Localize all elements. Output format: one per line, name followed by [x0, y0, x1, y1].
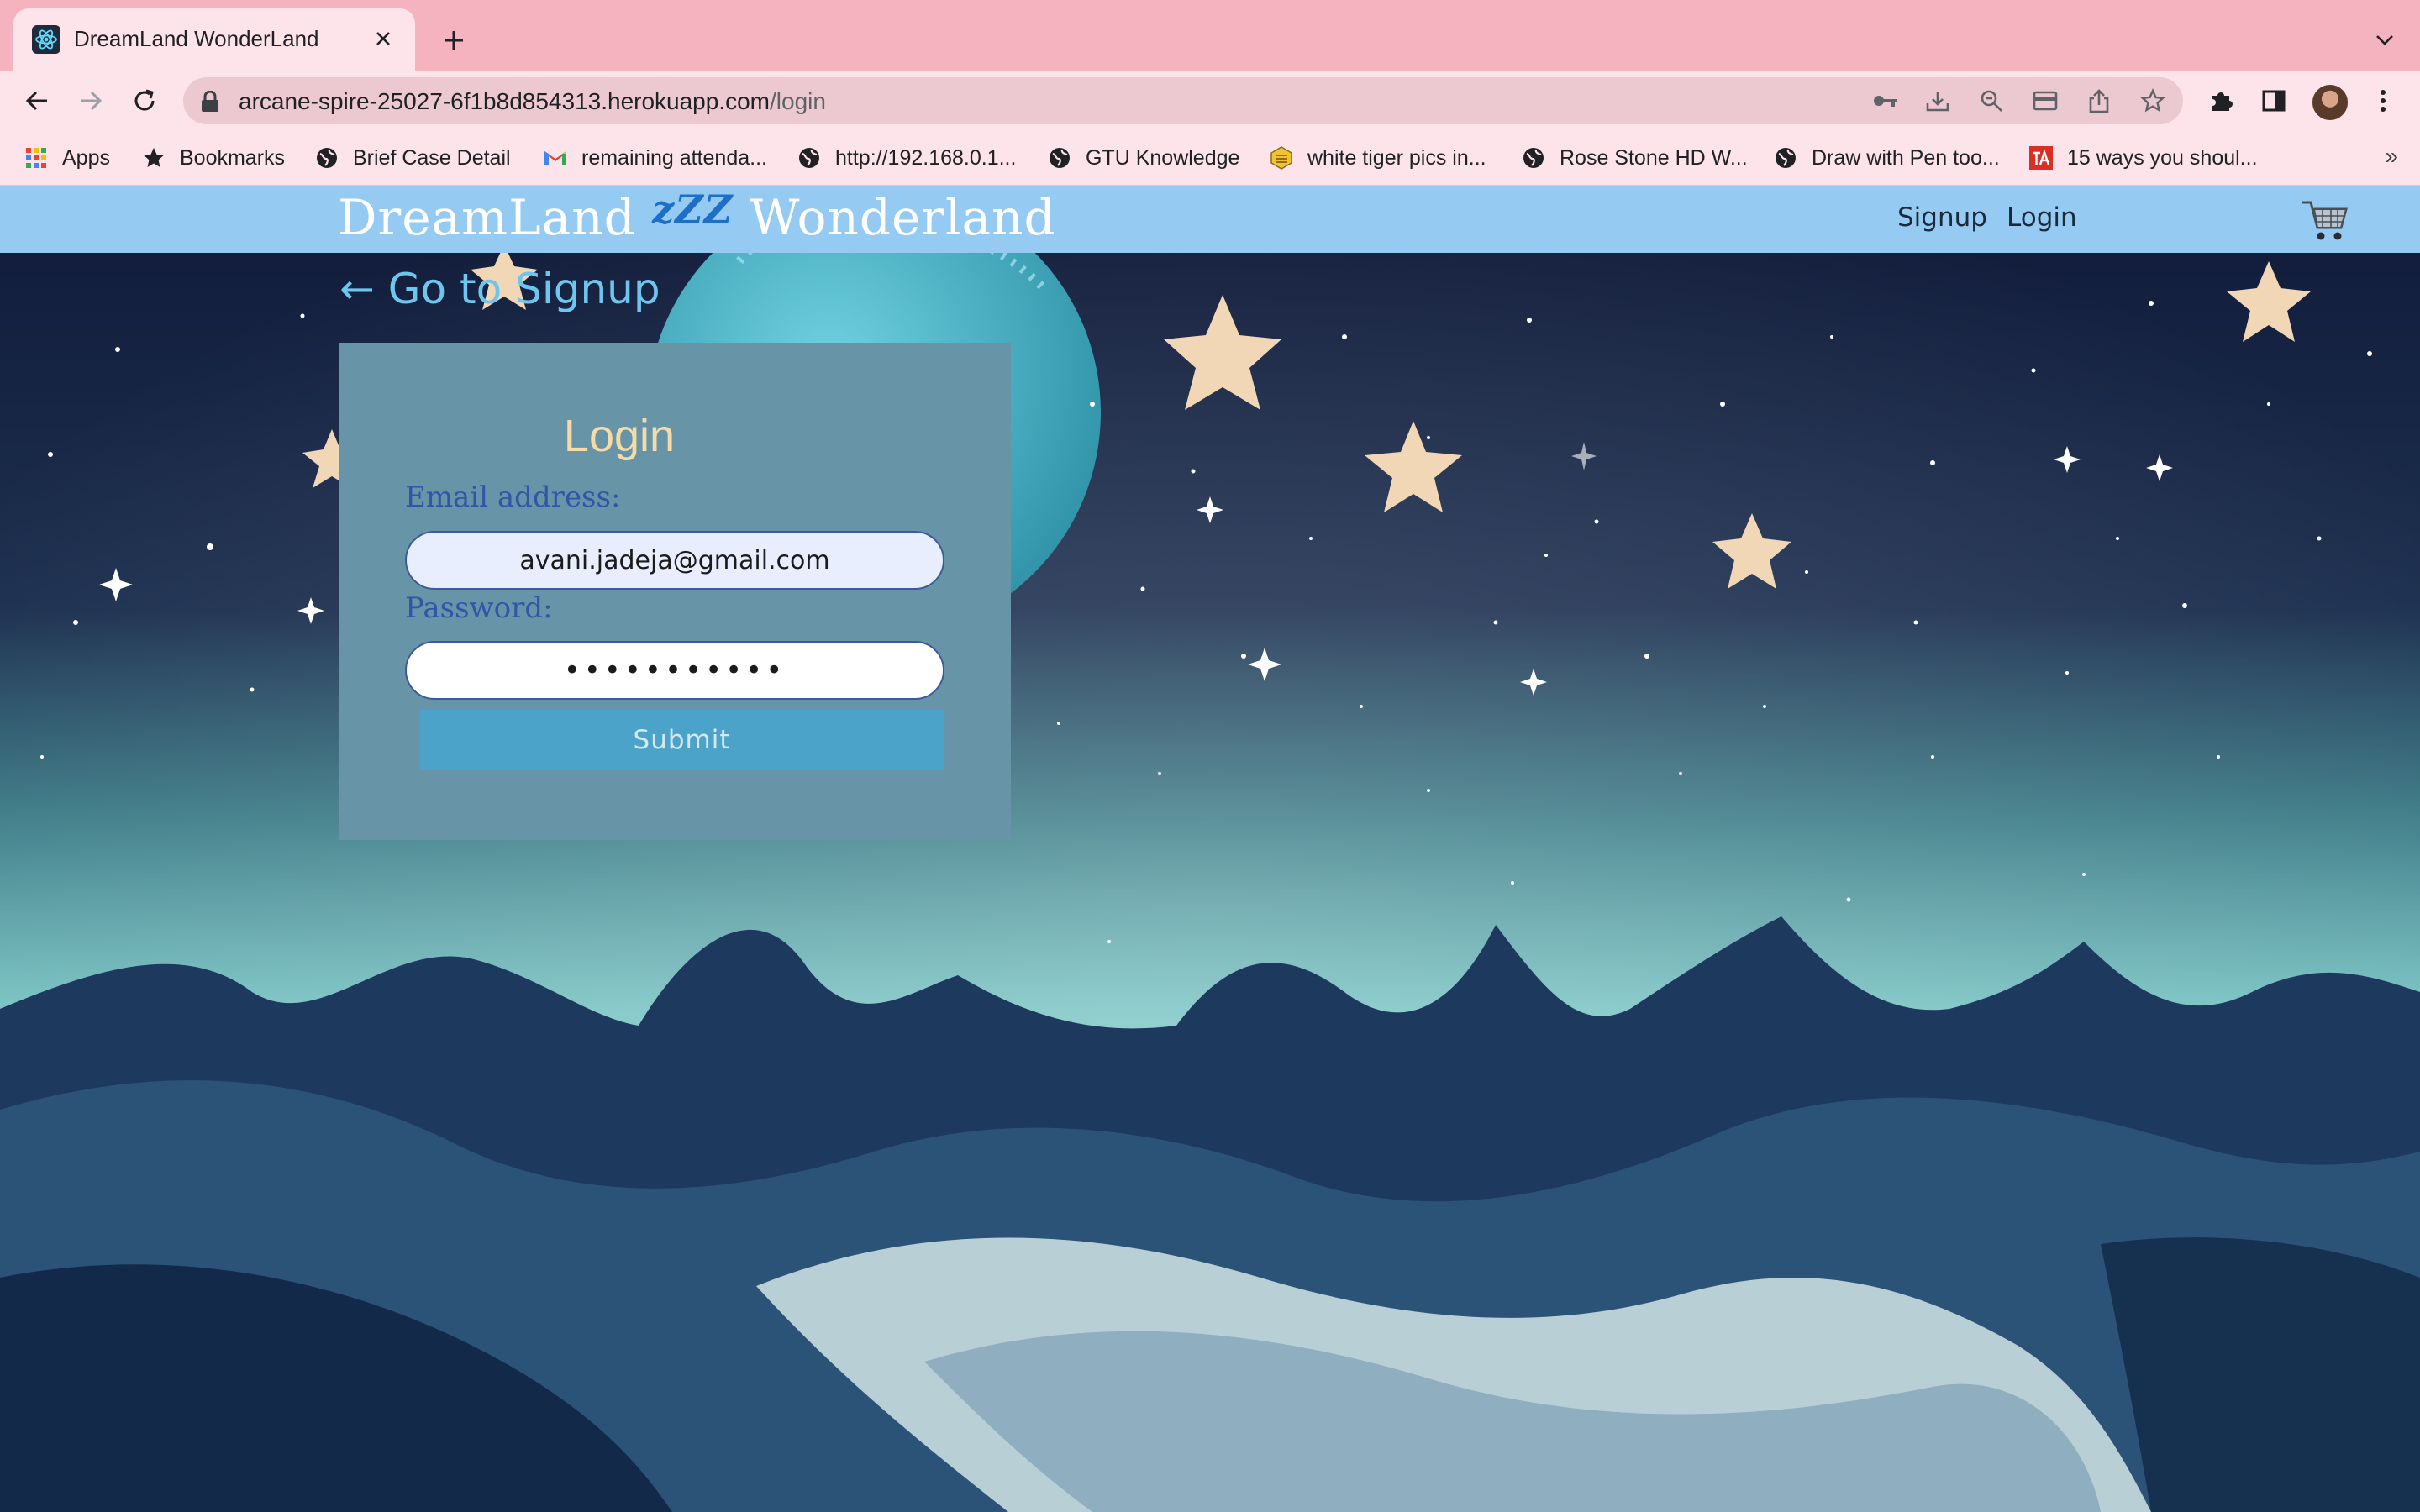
lock-icon	[202, 91, 218, 112]
bookmark-bookmarks[interactable]: Bookmarks	[141, 143, 285, 173]
side-panel-icon[interactable]	[2255, 82, 2292, 119]
password-label: Password:	[405, 591, 553, 625]
card-icon[interactable]	[2028, 84, 2062, 118]
react-icon	[32, 25, 60, 54]
star-icon	[141, 145, 166, 171]
extensions-puzzle-icon[interactable]	[2203, 82, 2240, 119]
bookmark-label: 15 ways you shoul...	[2067, 145, 2258, 170]
bookmark-label: white tiger pics in...	[1307, 145, 1486, 170]
brand-text-right: Wonderland	[749, 189, 1056, 246]
gmail-icon	[543, 145, 568, 171]
bookmark-label: GTU Knowledge	[1086, 145, 1240, 170]
key-icon[interactable]	[1869, 84, 1902, 118]
url-text: arcane-spire-25027-6f1b8d854313.herokuap…	[239, 88, 826, 115]
sleep-zzz-icon: zZZ	[652, 186, 734, 232]
close-tab-icon[interactable]	[366, 22, 400, 55]
page-viewport: DreamLand zZZ Wonderland Signup Login ← …	[0, 186, 2420, 1512]
share-icon[interactable]	[2082, 84, 2116, 118]
globe-icon	[1773, 145, 1798, 171]
bookmark-brief-case[interactable]: Brief Case Detail	[314, 143, 511, 173]
globe-icon	[1521, 145, 1546, 171]
bookmark-15-ways[interactable]: 15 ways you shoul...	[2028, 143, 2258, 173]
brand-text-left: DreamLand	[338, 189, 636, 246]
globe-icon	[1047, 145, 1072, 171]
more-bookmarks-chevron[interactable]: »	[2385, 143, 2398, 170]
bookmark-label: Draw with Pen too...	[1812, 145, 2000, 170]
address-bar[interactable]: arcane-spire-25027-6f1b8d854313.herokuap…	[183, 77, 2183, 124]
tab-title: DreamLand WonderLand	[74, 26, 319, 51]
site-brand-logo[interactable]: DreamLand zZZ Wonderland	[338, 186, 1056, 246]
login-title: Login	[563, 411, 676, 461]
bookmark-gtu[interactable]: GTU Knowledge	[1047, 143, 1239, 173]
bookmark-label: http://192.168.0.1...	[835, 145, 1017, 170]
bookmark-draw-pen[interactable]: Draw with Pen too...	[1773, 143, 2000, 173]
bookmark-ip[interactable]: http://192.168.0.1...	[797, 143, 1016, 173]
nav-link-login[interactable]: Login	[2007, 202, 2077, 233]
email-input[interactable]	[405, 531, 944, 590]
bookmark-star-icon[interactable]	[2136, 84, 2170, 118]
hexagon-icon	[1269, 145, 1294, 171]
tab-search-chevron-icon[interactable]	[2366, 22, 2403, 59]
browser-toolbar: arcane-spire-25027-6f1b8d854313.herokuap…	[0, 71, 2420, 131]
submit-button[interactable]: Submit	[419, 710, 944, 770]
email-label: Email address:	[405, 480, 621, 514]
url-host: arcane-spire-25027-6f1b8d854313.herokuap…	[239, 88, 770, 114]
globe-icon	[314, 145, 339, 171]
bookmark-label: Brief Case Detail	[353, 145, 511, 170]
go-to-signup-link[interactable]: ← Go to Signup	[339, 265, 660, 313]
install-app-icon[interactable]	[1921, 84, 1954, 118]
site-navbar: DreamLand zZZ Wonderland Signup Login	[0, 186, 2420, 253]
bookmark-label: Bookmarks	[180, 145, 286, 170]
profile-avatar[interactable]	[2311, 83, 2349, 122]
bookmark-rose-stone[interactable]: Rose Stone HD W...	[1521, 143, 1748, 173]
globe-icon	[797, 145, 822, 171]
url-path: /login	[770, 88, 826, 114]
more-menu-icon[interactable]	[2365, 82, 2402, 119]
forward-arrow-icon[interactable]	[72, 82, 109, 119]
password-input[interactable]	[405, 641, 944, 700]
bookmark-gmail[interactable]: remaining attenda...	[543, 143, 767, 173]
bookmark-label: Rose Stone HD W...	[1560, 145, 1748, 170]
dune-landscape	[0, 916, 2420, 1512]
new-tab-icon[interactable]	[435, 22, 472, 59]
bookmark-apps[interactable]: Apps	[24, 143, 110, 173]
login-card: Login Email address: Password: Submit	[339, 343, 1011, 840]
bookmarks-bar: Apps Bookmarks Brief Case Detail remaini…	[0, 131, 2420, 186]
back-arrow-icon[interactable]	[18, 82, 55, 119]
shopping-cart-icon[interactable]	[2301, 196, 2349, 243]
bookmark-white-tiger[interactable]: white tiger pics in...	[1269, 143, 1486, 173]
ta-icon	[2028, 145, 2054, 171]
apps-grid-icon	[24, 145, 49, 171]
zoom-icon[interactable]	[1975, 84, 2008, 118]
bookmark-label: remaining attenda...	[581, 145, 767, 170]
browser-tabstrip: DreamLand WonderLand	[0, 0, 2420, 71]
reload-icon[interactable]	[126, 82, 163, 119]
browser-tab-active[interactable]: DreamLand WonderLand	[13, 8, 415, 71]
bookmark-label: Apps	[62, 145, 110, 170]
nav-link-signup[interactable]: Signup	[1897, 202, 1987, 233]
